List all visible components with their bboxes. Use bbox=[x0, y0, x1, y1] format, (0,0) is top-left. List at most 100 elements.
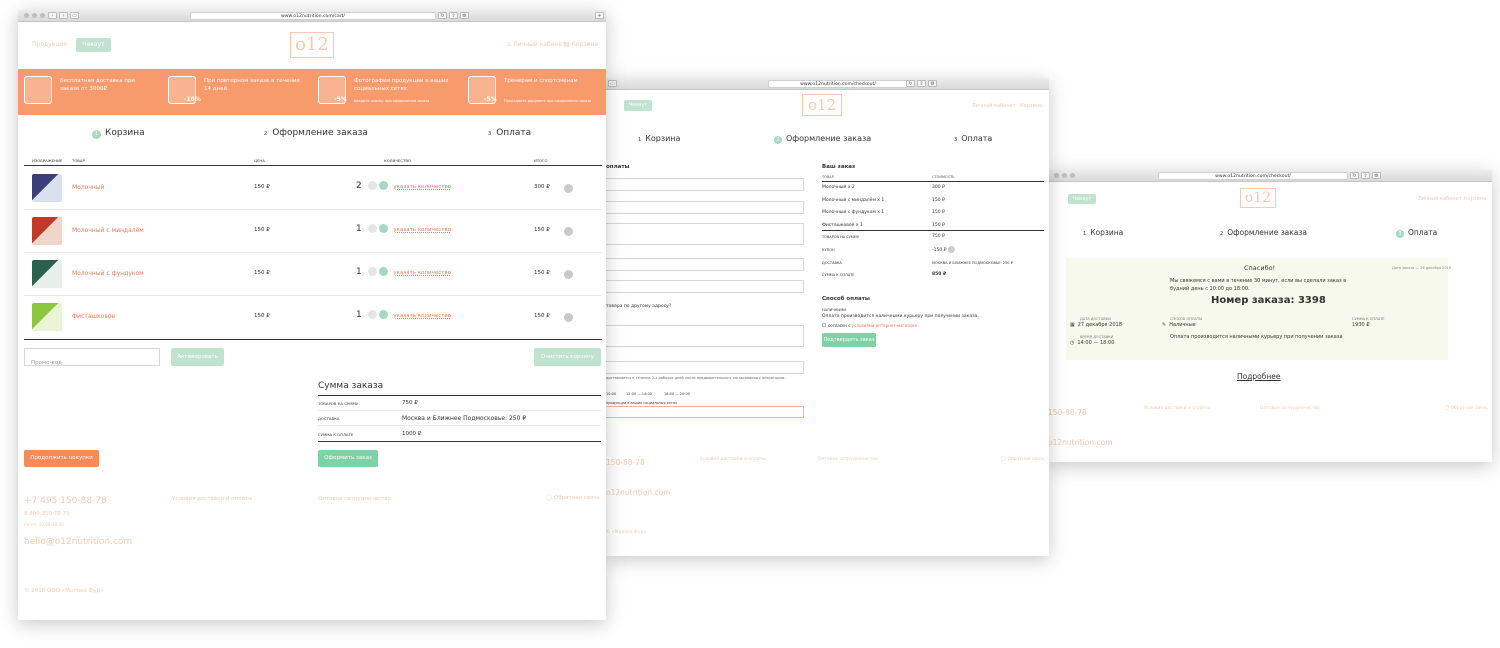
product-name[interactable]: Молочный с фундуком bbox=[72, 270, 144, 277]
logo[interactable]: o12 bbox=[290, 32, 334, 58]
footer-phone[interactable]: 150-88-78 bbox=[1048, 408, 1087, 417]
browser-toolbar: ▭ www.o12nutrition.com/checkout/ ↻ ⇪ ⚙ bbox=[606, 78, 1049, 90]
address-field[interactable] bbox=[606, 223, 804, 245]
footer-email[interactable]: o12nutrition.com bbox=[1048, 438, 1113, 447]
quantity-value[interactable]: 1 bbox=[356, 267, 362, 277]
footer-feedback-link[interactable]: ◯ Обратная связь bbox=[546, 495, 599, 501]
time-option-2[interactable]: 12:00 — 14:00 bbox=[626, 392, 652, 396]
product-name[interactable]: Молочный bbox=[72, 184, 104, 191]
footer-phone[interactable]: 150-88-78 bbox=[606, 458, 645, 467]
more-link[interactable]: Подробнее bbox=[1237, 372, 1281, 381]
reload-icon[interactable]: ↻ bbox=[438, 12, 447, 19]
remove-item-icon[interactable] bbox=[564, 270, 573, 279]
footer-phone[interactable]: +7 495 150-88-78 bbox=[24, 496, 107, 506]
logo[interactable]: o12 bbox=[802, 94, 842, 116]
remove-item-icon[interactable] bbox=[564, 184, 573, 193]
product-image[interactable] bbox=[32, 260, 62, 288]
order-item-name: Молочный с фундуком x 1 bbox=[822, 210, 885, 215]
terms-link[interactable]: условиями интернет-магазина bbox=[852, 323, 917, 328]
sidebar-icon[interactable]: ▭ bbox=[70, 12, 79, 19]
footer-delivery-link[interactable]: Условия доставки и оплаты bbox=[700, 457, 766, 462]
add-tab-icon[interactable]: + bbox=[595, 12, 604, 19]
increment-icon[interactable] bbox=[379, 267, 389, 276]
quantity-value[interactable]: 1 bbox=[356, 310, 362, 320]
cart-link[interactable]: Корзина bbox=[1020, 103, 1042, 109]
footer-phone-2[interactable]: 8 800 350 78 75 bbox=[24, 511, 70, 517]
settings-icon[interactable]: ⚙ bbox=[1372, 172, 1381, 179]
activate-promo-button[interactable]: Активировать bbox=[171, 348, 224, 366]
other-address-label[interactable]: товара по другому адресу? bbox=[606, 304, 671, 309]
footer-wholesale-link[interactable]: Оптовое сотрудничество bbox=[1260, 406, 1320, 411]
sidebar-icon[interactable]: ▭ bbox=[608, 80, 617, 87]
increment-icon[interactable] bbox=[379, 181, 389, 190]
set-quantity-link[interactable]: указать количество bbox=[393, 313, 451, 319]
footer-email[interactable]: o12nutrition.com bbox=[606, 488, 671, 497]
increment-icon[interactable] bbox=[379, 224, 389, 233]
settings-icon[interactable]: ⚙ bbox=[928, 80, 937, 87]
footer-feedback-link[interactable]: ◯ Обратная связь bbox=[1001, 457, 1045, 462]
logo[interactable]: o12 bbox=[1240, 188, 1276, 208]
footer-feedback-link[interactable]: ◯ Обратная связь bbox=[1444, 406, 1488, 411]
remove-coupon-icon[interactable] bbox=[947, 246, 955, 253]
product-name[interactable]: Молочный с миндалём bbox=[72, 227, 144, 234]
decrement-icon[interactable] bbox=[367, 181, 377, 190]
address-bar[interactable]: www.o12nutrition.com/checkout/ bbox=[768, 80, 908, 88]
clear-cart-button[interactable]: Очистить корзину bbox=[534, 348, 601, 366]
share-icon[interactable]: ⇪ bbox=[1361, 172, 1370, 179]
account-link[interactable]: Личный кабинет bbox=[1418, 196, 1462, 202]
address-bar[interactable]: www.o12nutrition.com/checkout/ bbox=[1158, 172, 1348, 180]
time-option-1[interactable]: 10:00 bbox=[606, 392, 616, 396]
quantity-value[interactable]: 1 bbox=[356, 224, 362, 234]
share-icon[interactable]: ⇪ bbox=[449, 12, 458, 19]
continue-shopping-button[interactable]: Продолжить покупки bbox=[24, 450, 99, 467]
settings-icon[interactable]: ⚙ bbox=[460, 12, 469, 19]
reload-icon[interactable]: ↻ bbox=[1350, 172, 1359, 179]
set-quantity-link[interactable]: указать количество bbox=[393, 227, 451, 233]
forward-icon[interactable]: › bbox=[59, 12, 68, 19]
decrement-icon[interactable] bbox=[367, 267, 377, 276]
time-option-3[interactable]: 18:00 — 20:00 bbox=[664, 392, 690, 396]
browser-window-cart: ‹ › ▭ www.o12nutrition.com/cart/ ↻ ⇪ ⚙ + Про… bbox=[18, 10, 606, 620]
share-icon[interactable]: ⇪ bbox=[917, 80, 926, 87]
account-link[interactable]: Личный кабинет bbox=[972, 103, 1016, 109]
agree-checkbox[interactable]: согласен с условиями интернет-магазина bbox=[822, 323, 917, 328]
checkout-nav-button[interactable]: Чекаут bbox=[624, 100, 652, 111]
phone-field[interactable] bbox=[606, 201, 804, 214]
zip-field[interactable] bbox=[606, 280, 804, 293]
remove-item-icon[interactable] bbox=[564, 227, 573, 236]
set-quantity-link[interactable]: указать количество bbox=[393, 184, 451, 190]
comment-field[interactable] bbox=[606, 325, 804, 347]
social-link-field[interactable] bbox=[606, 406, 804, 418]
city-field[interactable] bbox=[606, 258, 804, 271]
confirm-order-button[interactable]: Подтвердить заказ bbox=[822, 333, 876, 347]
footer-email[interactable]: hello@o12nutrition.com bbox=[24, 537, 132, 547]
quantity-value[interactable]: 2 bbox=[356, 181, 362, 191]
set-quantity-link[interactable]: указать количество bbox=[393, 270, 451, 276]
place-order-button[interactable]: Оформить заказ bbox=[318, 450, 378, 467]
name-field[interactable] bbox=[606, 178, 804, 191]
quantity-stepper: 1 указать количество bbox=[356, 224, 451, 234]
back-icon[interactable]: ‹ bbox=[48, 12, 57, 19]
address-bar[interactable]: www.o12nutrition.com/cart/ bbox=[190, 12, 436, 20]
decrement-icon[interactable] bbox=[367, 310, 377, 319]
product-image[interactable] bbox=[32, 174, 62, 202]
product-image[interactable] bbox=[32, 303, 62, 331]
footer-delivery-link[interactable]: Условия доставки и оплаты bbox=[172, 496, 253, 502]
footer-wholesale-link[interactable]: Оптовое сотрудничество bbox=[318, 496, 391, 502]
footer-delivery-link[interactable]: Условия доставки и оплаты bbox=[1144, 406, 1210, 411]
increment-icon[interactable] bbox=[379, 310, 389, 319]
footer-wholesale-link[interactable]: Оптовое сотрудничество bbox=[818, 457, 878, 462]
cart-link[interactable]: ▤ Корзина bbox=[564, 41, 598, 48]
product-name[interactable]: Фисташковое bbox=[72, 313, 115, 320]
cart-link[interactable]: Корзина bbox=[1464, 196, 1486, 202]
nav-products[interactable]: Продукция bbox=[32, 41, 67, 48]
promo-code-input[interactable]: Промо-код bbox=[24, 348, 160, 366]
checkout-nav-button[interactable]: Чекаут bbox=[1068, 194, 1096, 204]
remove-item-icon[interactable] bbox=[564, 313, 573, 322]
date-field[interactable] bbox=[606, 361, 804, 374]
checkout-nav-button[interactable]: Чекаут bbox=[76, 38, 111, 52]
reload-icon[interactable]: ↻ bbox=[906, 80, 915, 87]
account-link[interactable]: ♙ Личный кабинет bbox=[506, 41, 566, 48]
decrement-icon[interactable] bbox=[367, 224, 377, 233]
product-image[interactable] bbox=[32, 217, 62, 245]
